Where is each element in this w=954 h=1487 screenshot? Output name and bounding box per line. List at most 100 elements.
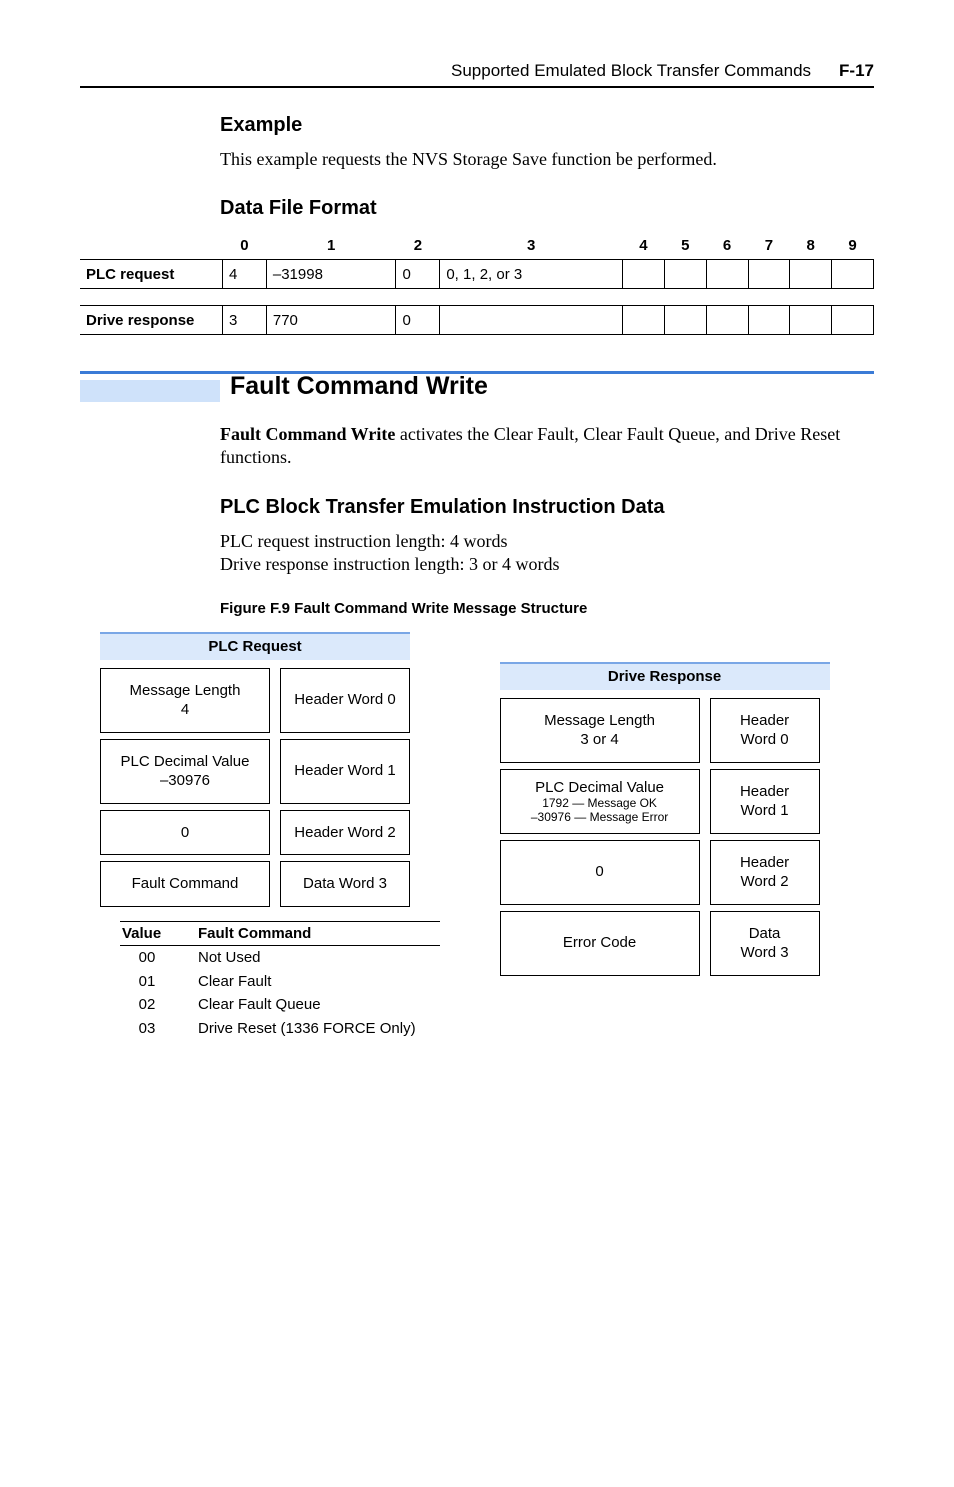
plc-block-line1: PLC request instruction length: 4 words (220, 530, 874, 553)
fc-desc: Clear Fault (196, 970, 440, 994)
table-cell (664, 306, 706, 335)
cell-text: Data (749, 924, 781, 944)
drv-resp-cell-right: Header Word 0 (710, 698, 820, 763)
cell-text: PLC Decimal Value (107, 752, 263, 772)
plc-block-heading: PLC Block Transfer Emulation Instruction… (220, 494, 874, 520)
data-file-format-table: 0 1 2 3 4 5 6 7 8 9 PLC request 4 –31998… (80, 231, 874, 335)
cell-text: Word 3 (741, 943, 789, 963)
table-row: 00 Not Used (120, 946, 440, 970)
message-structure-diagram: PLC Request Message Length 4 Header Word… (100, 632, 874, 1040)
page-header: Supported Emulated Block Transfer Comman… (80, 60, 874, 88)
cell-text: PLC Decimal Value (505, 778, 695, 798)
col-hdr: 5 (664, 231, 706, 260)
table-cell (832, 260, 874, 289)
heading-accent (80, 380, 220, 402)
fc-col-desc: Fault Command (196, 921, 440, 946)
table-cell: 0 (396, 260, 440, 289)
plc-request-title: PLC Request (100, 632, 410, 660)
figure-caption: Figure F.9 Fault Command Write Message S… (220, 599, 874, 619)
table-cell (748, 260, 790, 289)
table-cell: 0, 1, 2, or 3 (440, 260, 623, 289)
table-cell (623, 260, 665, 289)
fc-val: 00 (120, 946, 196, 970)
table-cell: 3 (223, 306, 267, 335)
plc-request-column: PLC Request Message Length 4 Header Word… (100, 632, 440, 1040)
fc-val: 02 (120, 993, 196, 1017)
cell-text: Message Length (107, 681, 263, 701)
drv-resp-cell-left: 0 (500, 840, 700, 905)
drv-resp-cell-right: Data Word 3 (710, 911, 820, 976)
table-cell (623, 306, 665, 335)
cell-text: 0 (507, 862, 693, 882)
fc-desc: Clear Fault Queue (196, 993, 440, 1017)
fault-command-write-para: Fault Command Write activates the Clear … (220, 423, 874, 470)
drv-resp-cell-left: Error Code (500, 911, 700, 976)
example-heading: Example (220, 112, 874, 138)
example-text: This example requests the NVS Storage Sa… (220, 148, 874, 171)
plc-req-cell-left: PLC Decimal Value –30976 (100, 739, 270, 804)
fc-val: 01 (120, 970, 196, 994)
table-cell (832, 306, 874, 335)
running-title: Supported Emulated Block Transfer Comman… (451, 60, 811, 82)
cell-text: 4 (107, 700, 263, 720)
table-cell (664, 260, 706, 289)
col-hdr: 6 (706, 231, 748, 260)
drive-response-title: Drive Response (500, 662, 830, 690)
fault-command-values: Value Fault Command 00 Not Used 01 Clear… (120, 921, 440, 1041)
col-hdr: 0 (223, 231, 267, 260)
cell-text: Header (740, 853, 789, 873)
cell-subtext: –30976 — Message Error (505, 811, 695, 825)
plc-req-cell-right: Header Word 2 (280, 810, 410, 856)
table-cell (790, 260, 832, 289)
cell-text: Word 2 (741, 872, 789, 892)
drive-response-column: Drive Response Message Length 3 or 4 Hea… (500, 632, 830, 976)
col-hdr: 7 (748, 231, 790, 260)
cell-text: 3 or 4 (507, 730, 693, 750)
table-cell (440, 306, 623, 335)
drv-resp-cell-left: Message Length 3 or 4 (500, 698, 700, 763)
page-number: F-17 (839, 60, 874, 82)
plc-req-cell-right: Header Word 0 (280, 668, 410, 733)
col-hdr: 4 (623, 231, 665, 260)
drive-response-row: Drive response 3 770 0 (80, 306, 874, 335)
table-cell (706, 260, 748, 289)
bold-lead: Fault Command Write (220, 424, 395, 444)
col-hdr: 1 (266, 231, 396, 260)
cell-text: Header (740, 782, 789, 802)
table-row: 03 Drive Reset (1336 FORCE Only) (120, 1017, 440, 1041)
plc-req-cell-left: 0 (100, 810, 270, 856)
table-cell (706, 306, 748, 335)
table-cell: 770 (266, 306, 396, 335)
col-hdr: 8 (790, 231, 832, 260)
cell-subtext: 1792 — Message OK (505, 797, 695, 811)
drv-resp-cell-left: PLC Decimal Value 1792 — Message OK –309… (500, 769, 700, 834)
col-hdr: 2 (396, 231, 440, 260)
fault-command-write-title: Fault Command Write (230, 370, 488, 403)
cell-text: Fault Command (107, 874, 263, 894)
table-cell (748, 306, 790, 335)
plc-req-cell-right: Data Word 3 (280, 861, 410, 907)
cell-text: Message Length (507, 711, 693, 731)
cell-text: Header (740, 711, 789, 731)
drv-resp-cell-right: Header Word 2 (710, 840, 820, 905)
table-cell: –31998 (266, 260, 396, 289)
table-cell: 4 (223, 260, 267, 289)
table-cell: 0 (396, 306, 440, 335)
section-heading-row: Fault Command Write (80, 374, 874, 407)
fc-desc: Drive Reset (1336 FORCE Only) (196, 1017, 440, 1041)
fc-col-value: Value (120, 921, 196, 946)
plc-req-cell-right: Header Word 1 (280, 739, 410, 804)
plc-request-label: PLC request (80, 260, 223, 289)
table-row: 02 Clear Fault Queue (120, 993, 440, 1017)
plc-req-cell-left: Message Length 4 (100, 668, 270, 733)
cell-text: –30976 (107, 771, 263, 791)
fc-val: 03 (120, 1017, 196, 1041)
plc-req-cell-left: Fault Command (100, 861, 270, 907)
table-row: 01 Clear Fault (120, 970, 440, 994)
cell-text: Word 0 (741, 730, 789, 750)
col-hdr: 9 (832, 231, 874, 260)
plc-block-line2: Drive response instruction length: 3 or … (220, 553, 874, 576)
cell-text: 0 (107, 823, 263, 843)
cell-text: Error Code (507, 933, 693, 953)
data-file-format-heading: Data File Format (220, 195, 874, 221)
